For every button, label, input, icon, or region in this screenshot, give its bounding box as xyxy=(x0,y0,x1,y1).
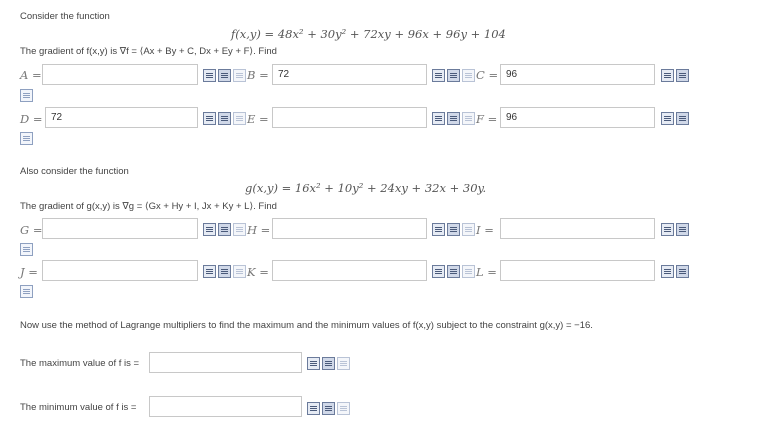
input-j[interactable] xyxy=(42,260,198,281)
icon-group-b xyxy=(432,68,475,83)
help-icon[interactable] xyxy=(676,223,689,236)
icon-group-d xyxy=(203,111,246,126)
preview-icon[interactable] xyxy=(307,402,320,415)
max-input[interactable] xyxy=(149,352,302,373)
help-icon[interactable] xyxy=(218,223,231,236)
page-icon xyxy=(233,112,246,125)
help-icon[interactable] xyxy=(218,112,231,125)
help-icon[interactable] xyxy=(322,357,335,370)
preview-icon[interactable] xyxy=(661,223,674,236)
help-icon[interactable] xyxy=(218,265,231,278)
icon-group-f xyxy=(661,111,689,126)
gradient-f-text: The gradient of f(x,y) is ∇f = ⟨Ax + By … xyxy=(20,46,277,57)
preview-icon[interactable] xyxy=(432,223,445,236)
help-icon[interactable] xyxy=(447,265,460,278)
preview-icon[interactable] xyxy=(203,112,216,125)
icon-group-h xyxy=(432,222,475,237)
intro-text-2: Also consider the function xyxy=(20,166,129,177)
min-input[interactable] xyxy=(149,396,302,417)
page-icon xyxy=(233,265,246,278)
icon-group-c xyxy=(661,68,689,83)
icon-group-a xyxy=(203,68,246,83)
icon-group-g xyxy=(203,222,246,237)
input-f[interactable]: 96 xyxy=(500,107,655,128)
page-icon xyxy=(462,223,475,236)
icon-group-j-wrap xyxy=(20,284,33,299)
gradient-g-text: The gradient of g(x,y) is ∇g = ⟨Gx + Hy … xyxy=(20,201,277,212)
intro-text-1: Consider the function xyxy=(20,11,110,22)
help-icon[interactable] xyxy=(676,69,689,82)
page-icon xyxy=(337,357,350,370)
max-label: The maximum value of f is = xyxy=(20,358,140,369)
help-icon[interactable] xyxy=(447,223,460,236)
preview-icon[interactable] xyxy=(661,112,674,125)
page-icon xyxy=(462,265,475,278)
preview-icon[interactable] xyxy=(203,265,216,278)
icon-group-max xyxy=(307,356,350,371)
preview-icon[interactable] xyxy=(432,112,445,125)
help-icon[interactable] xyxy=(447,69,460,82)
help-icon[interactable] xyxy=(447,112,460,125)
label-d: D = xyxy=(20,112,43,126)
label-a: A = xyxy=(20,68,42,82)
input-l[interactable] xyxy=(500,260,655,281)
input-a[interactable] xyxy=(42,64,198,85)
label-j: J = xyxy=(20,265,38,279)
icon-group-j xyxy=(203,264,246,279)
min-label: The minimum value of f is = xyxy=(20,402,137,413)
page-icon xyxy=(462,112,475,125)
input-e[interactable] xyxy=(272,107,427,128)
preview-icon[interactable] xyxy=(203,223,216,236)
page-icon xyxy=(20,89,33,102)
icon-group-min xyxy=(307,401,350,416)
icon-group-i xyxy=(661,222,689,237)
page-icon xyxy=(20,285,33,298)
label-e: E = xyxy=(247,112,269,126)
icon-group-k xyxy=(432,264,475,279)
icon-group-l xyxy=(661,264,689,279)
icon-group-a-wrap xyxy=(20,88,33,103)
input-c[interactable]: 96 xyxy=(500,64,655,85)
help-icon[interactable] xyxy=(322,402,335,415)
help-icon[interactable] xyxy=(218,69,231,82)
icon-group-e xyxy=(432,111,475,126)
label-b: B = xyxy=(247,68,269,82)
page-icon xyxy=(337,402,350,415)
function-g: g(x,y) = 16x² + 10y² + 24xy + 32x + 30y. xyxy=(245,181,487,195)
label-k: K = xyxy=(247,265,269,279)
page-icon xyxy=(233,223,246,236)
page-icon xyxy=(233,69,246,82)
preview-icon[interactable] xyxy=(307,357,320,370)
label-c: C = xyxy=(476,68,499,82)
help-icon[interactable] xyxy=(676,265,689,278)
input-h[interactable] xyxy=(272,218,427,239)
input-g[interactable] xyxy=(42,218,198,239)
label-l: L = xyxy=(476,265,497,279)
page-icon xyxy=(462,69,475,82)
input-b[interactable]: 72 xyxy=(272,64,427,85)
input-d[interactable]: 72 xyxy=(45,107,198,128)
function-f: f(x,y) = 48x² + 30y² + 72xy + 96x + 96y … xyxy=(231,27,506,41)
label-f: F = xyxy=(476,112,498,126)
preview-icon[interactable] xyxy=(432,69,445,82)
input-i[interactable] xyxy=(500,218,655,239)
icon-group-g-wrap xyxy=(20,242,33,257)
preview-icon[interactable] xyxy=(432,265,445,278)
icon-group-d-wrap xyxy=(20,131,33,146)
lagrange-text: Now use the method of Lagrange multiplie… xyxy=(20,320,593,331)
preview-icon[interactable] xyxy=(661,265,674,278)
preview-icon[interactable] xyxy=(203,69,216,82)
help-icon[interactable] xyxy=(676,112,689,125)
page-icon xyxy=(20,132,33,145)
preview-icon[interactable] xyxy=(661,69,674,82)
input-k[interactable] xyxy=(272,260,427,281)
label-h: H = xyxy=(247,223,271,237)
label-i: I = xyxy=(476,223,494,237)
page-icon xyxy=(20,243,33,256)
label-g: G = xyxy=(20,223,43,237)
